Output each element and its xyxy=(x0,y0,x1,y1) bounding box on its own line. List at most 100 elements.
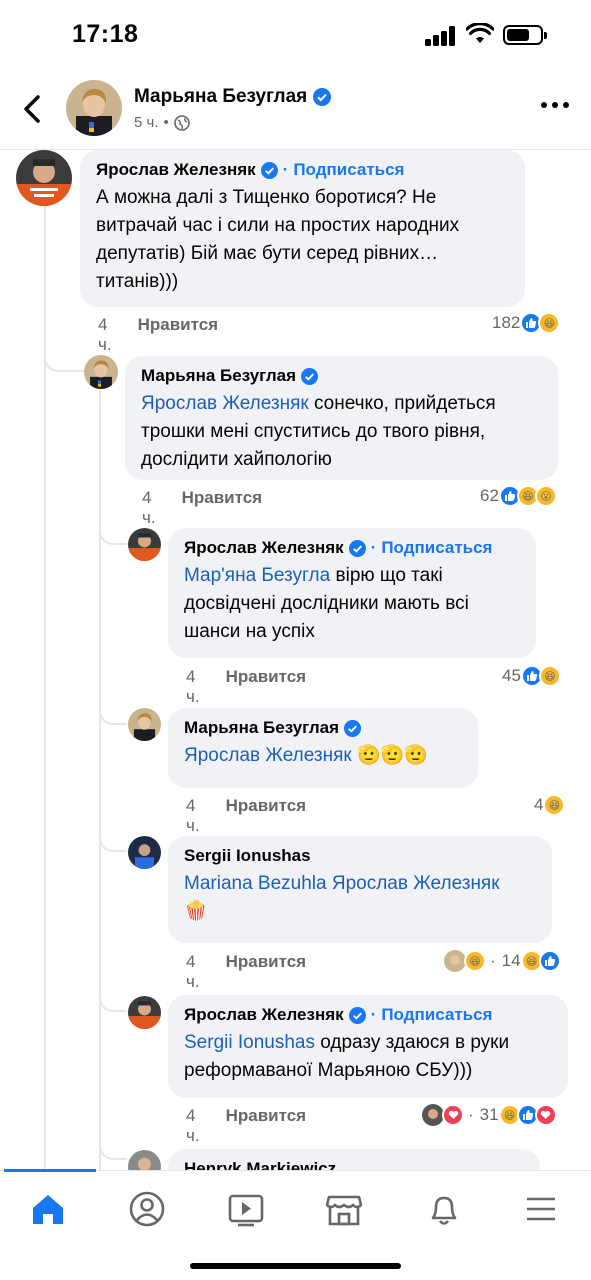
reaction-count: 4 xyxy=(534,795,544,814)
comment-text: А можна далі з Тищенко боротися? Не витр… xyxy=(96,187,460,292)
thread-connector xyxy=(99,950,127,1012)
comment-thread: Ярослав Железняк · Подписаться А можна д… xyxy=(0,150,591,1170)
comment-text: 🫡🫡🫡 xyxy=(351,745,428,766)
follow-button[interactable]: Подписаться xyxy=(381,538,492,558)
reaction-count: 45 xyxy=(502,666,521,685)
comment-time: 4 ч. xyxy=(186,1106,200,1145)
thread-connector xyxy=(44,300,84,372)
reaction-count: 182 xyxy=(492,313,521,332)
reaction-count: 14 xyxy=(501,951,521,970)
dot-separator: · xyxy=(282,160,289,179)
reactions-summary[interactable]: 45 😆 xyxy=(502,665,561,687)
comment-bubble: Ярослав Железняк · Подписаться А можна д… xyxy=(80,150,525,307)
reactions-summary[interactable]: 😆 · 14 😆 xyxy=(444,950,561,972)
verified-icon xyxy=(301,367,319,385)
comment-text: 🍿 xyxy=(184,901,208,922)
avatar[interactable] xyxy=(128,528,161,561)
comment-time: 4 ч. xyxy=(186,667,200,706)
reactor-avatar xyxy=(444,950,466,972)
avatar[interactable] xyxy=(84,355,118,389)
post-meta: 5 ч. • xyxy=(134,114,190,131)
reactor-avatar xyxy=(422,1104,444,1126)
avatar[interactable] xyxy=(66,80,122,136)
dot-separator: · xyxy=(370,538,377,557)
like-button[interactable]: Нравится xyxy=(226,667,307,707)
comment-time: 4 ч. xyxy=(142,488,156,527)
avatar[interactable] xyxy=(128,1150,161,1170)
thread-connector xyxy=(99,790,127,852)
home-icon[interactable] xyxy=(28,1189,68,1229)
reactions-summary[interactable]: 62 😆 😮 xyxy=(480,485,557,507)
mention-link[interactable]: Mariana Bezuhla Ярослав Железняк xyxy=(184,873,500,894)
status-bar: 17:18 xyxy=(0,0,591,70)
like-button[interactable]: Нравится xyxy=(226,952,307,992)
comment-author[interactable]: Henryk Markiewicz xyxy=(184,1159,336,1170)
more-options-icon[interactable] xyxy=(541,102,569,108)
signal-icon xyxy=(425,26,457,46)
comment-bubble: Марьяна Безуглая Ярослав Железняк сонечк… xyxy=(125,356,558,480)
like-button[interactable]: Нравится xyxy=(182,488,263,528)
comment-time: 4 ч. xyxy=(98,315,112,354)
haha-reaction-icon: 😆 xyxy=(543,794,566,816)
comment-bubble: Ярослав Железняк · Подписаться Sergii Io… xyxy=(168,995,568,1098)
follow-button[interactable]: Подписаться xyxy=(293,160,404,180)
avatar[interactable] xyxy=(128,996,161,1029)
comment-author[interactable]: Ярослав Железняк xyxy=(96,160,256,180)
comment-author[interactable]: Sergii Ionushas xyxy=(184,846,311,866)
mention-link[interactable]: Ярослав Железняк xyxy=(184,745,352,766)
profile-icon[interactable] xyxy=(127,1189,167,1229)
like-button[interactable]: Нравится xyxy=(226,1106,307,1146)
like-reaction-icon xyxy=(538,950,561,972)
comment-author[interactable]: Ярослав Железняк xyxy=(184,538,344,558)
dot-separator: · xyxy=(490,951,496,970)
notifications-icon[interactable] xyxy=(424,1189,464,1229)
reaction-count: 62 xyxy=(480,486,499,505)
avatar[interactable] xyxy=(16,150,72,206)
reaction-count: 31 xyxy=(479,1105,499,1124)
avatar[interactable] xyxy=(128,708,161,741)
status-time: 17:18 xyxy=(72,20,139,48)
wow-reaction-icon: 😮 xyxy=(534,485,557,507)
comment-bubble: Марьяна Безуглая Ярослав Железняк 🫡🫡🫡 xyxy=(168,708,478,788)
globe-icon xyxy=(173,114,190,131)
thread-connector xyxy=(99,670,127,725)
active-tab-indicator xyxy=(4,1169,96,1172)
battery-icon xyxy=(503,25,547,45)
verified-icon xyxy=(313,88,332,106)
wifi-icon xyxy=(466,23,494,43)
mention-link[interactable]: Sergii Ionushas xyxy=(184,1032,315,1053)
comment-bubble: Henryk Markiewicz xyxy=(168,1149,540,1170)
haha-reaction-icon: 😆 xyxy=(538,665,561,687)
dot-separator: · xyxy=(468,1105,474,1124)
dot-separator: · xyxy=(370,1005,377,1024)
back-arrow-icon[interactable] xyxy=(20,94,46,124)
mention-link[interactable]: Ярослав Железняк xyxy=(141,393,309,414)
love-reaction-icon xyxy=(534,1104,557,1126)
comment-time: 4 ч. xyxy=(186,952,200,991)
post-author[interactable]: Марьяна Безуглая xyxy=(134,86,332,108)
love-reaction-icon xyxy=(442,1104,464,1126)
like-button[interactable]: Нравится xyxy=(138,315,219,355)
mention-link[interactable]: Мар'яна Безугла xyxy=(184,565,330,586)
comment-author[interactable]: Марьяна Безуглая xyxy=(141,366,296,386)
comment-author[interactable]: Марьяна Безуглая xyxy=(184,718,339,738)
home-indicator[interactable] xyxy=(190,1263,401,1269)
meta-separator: • xyxy=(163,114,169,131)
like-button[interactable]: Нравится xyxy=(226,796,307,836)
video-icon[interactable] xyxy=(226,1189,266,1229)
reactions-summary[interactable]: 182 😆 xyxy=(492,312,561,334)
marketplace-icon[interactable] xyxy=(324,1189,364,1229)
comment-time: 4 ч. xyxy=(186,796,200,835)
verified-icon xyxy=(348,1006,366,1024)
reactions-summary[interactable]: 4 😆 xyxy=(534,794,566,816)
thread-connector xyxy=(99,1110,127,1160)
avatar[interactable] xyxy=(128,836,161,869)
reactions-summary[interactable]: · 31 😆 xyxy=(422,1104,557,1126)
comment-author[interactable]: Ярослав Железняк xyxy=(184,1005,344,1025)
haha-reaction-icon: 😆 xyxy=(464,950,486,972)
verified-icon xyxy=(260,161,278,179)
comment-bubble: Sergii Ionushas Mariana Bezuhla Ярослав … xyxy=(168,836,552,943)
menu-icon[interactable] xyxy=(521,1189,561,1229)
thread-connector xyxy=(99,480,127,545)
follow-button[interactable]: Подписаться xyxy=(381,1005,492,1025)
